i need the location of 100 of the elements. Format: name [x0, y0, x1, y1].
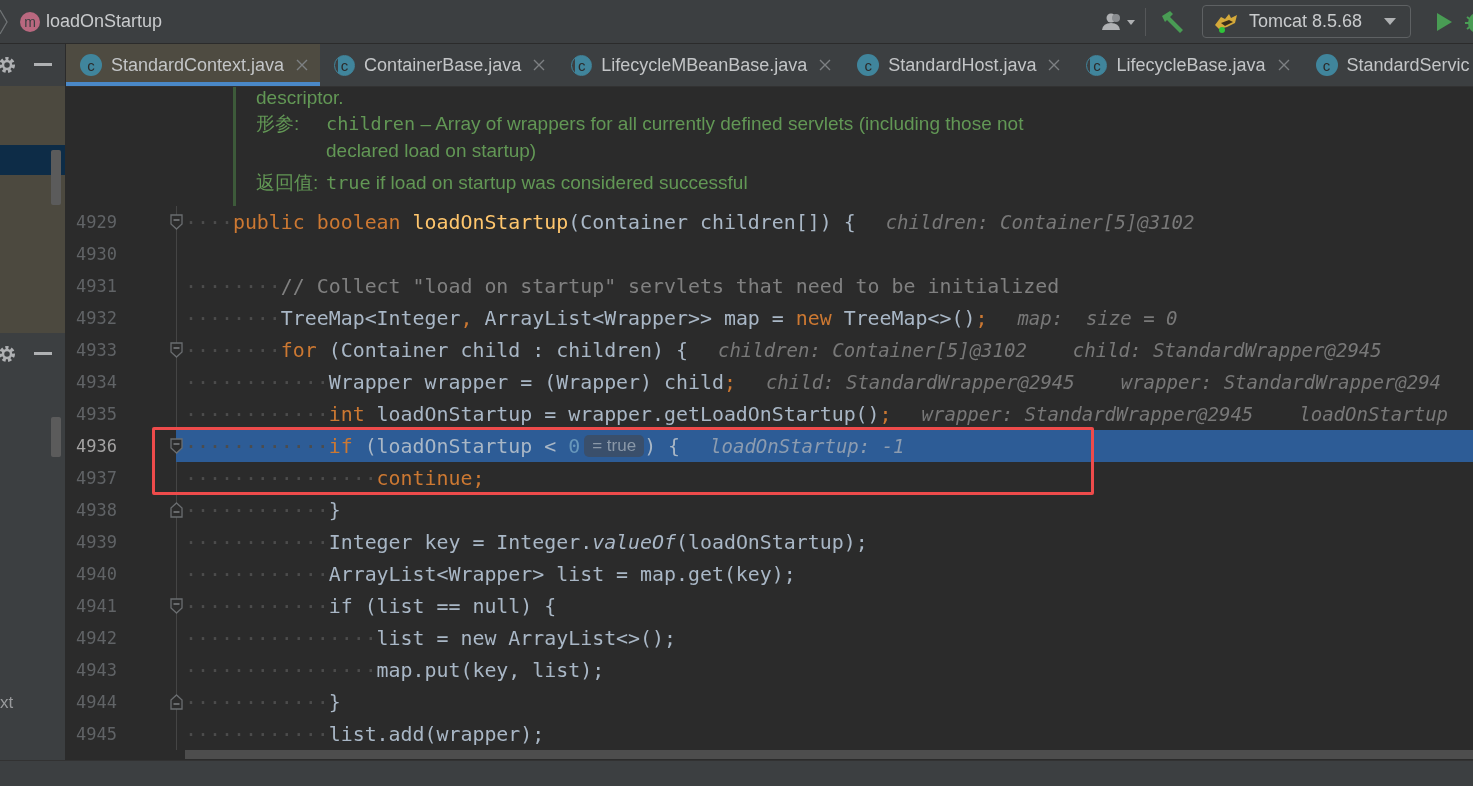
- code-keyword: if: [328, 434, 354, 458]
- debug-value-hint: child: StandardWrapper@2945: [1072, 339, 1382, 361]
- close-icon[interactable]: [819, 59, 832, 71]
- code-text: if (list == null) {: [328, 594, 557, 618]
- line-number: 4940: [75, 564, 117, 584]
- file-tab[interactable]: c ContainerBase.java: [320, 44, 558, 86]
- code-method-name: loadOnStartup: [412, 210, 569, 234]
- code-text: list.add(wrapper);: [328, 722, 545, 746]
- line-number: 4937: [75, 468, 117, 488]
- panel-text: xt: [0, 693, 14, 713]
- code-text: map.put(key, list);: [376, 658, 605, 682]
- minimize-icon[interactable]: [34, 63, 52, 67]
- scrollbar-thumb[interactable]: [51, 417, 61, 457]
- chevron-icon: [0, 8, 8, 35]
- return-value: true: [326, 172, 371, 193]
- debug-value-hint: children: Container[5]@3102: [718, 339, 1027, 361]
- settings-icon[interactable]: [0, 345, 16, 363]
- whitespace-dots: ····: [185, 210, 233, 234]
- whitespace-dots: ················: [185, 658, 377, 682]
- code-keyword: int: [328, 402, 366, 426]
- whitespace-dots: ········: [185, 274, 281, 298]
- fold-icon[interactable]: [170, 598, 183, 614]
- line-number: 4938: [75, 500, 117, 520]
- scrollbar-thumb[interactable]: [185, 750, 1473, 759]
- fold-icon[interactable]: [170, 214, 183, 230]
- code-keyword: ;: [975, 306, 988, 330]
- line-number: 4935: [75, 404, 117, 424]
- code-text: list = new ArrayList<>();: [376, 626, 676, 650]
- whitespace-dots: ············: [185, 722, 329, 746]
- file-tab[interactable]: c LifecycleMBeanBase.java: [557, 44, 844, 86]
- scrollbar-thumb[interactable]: [51, 150, 61, 205]
- code-number: 0: [568, 434, 581, 458]
- abstract-class-icon: c: [1086, 54, 1108, 76]
- whitespace-dots: ············: [185, 562, 329, 586]
- parameter-description: children – Array of wrappers for all currently defined servlets (including those not declared load on startup): [326, 112, 1025, 163]
- whitespace-dots: ········: [185, 306, 281, 330]
- method-icon: m: [20, 11, 40, 32]
- debug-value-hint: children: Container[5]@3102: [885, 211, 1195, 233]
- code-text: (Container child : children) {: [328, 338, 688, 362]
- code-text: Integer key = Integer.: [328, 530, 593, 554]
- code-keyword: ,: [460, 306, 474, 330]
- code-text: TreeMap<Integer: [280, 306, 461, 330]
- close-icon[interactable]: [533, 59, 546, 71]
- code-text: loadOnStartup = wrapper.getLoadOnStartup(): [376, 402, 880, 426]
- doc-label: 返回值:: [256, 171, 320, 195]
- file-tab[interactable]: c StandardServic: [1301, 44, 1473, 86]
- fold-icon[interactable]: [170, 438, 183, 454]
- debug-value-hint: wrapper: StandardWrapper@2945: [921, 403, 1254, 425]
- line-number: 4944: [75, 692, 117, 712]
- file-tab[interactable]: c StandardHost.java: [843, 44, 1073, 86]
- fold-icon[interactable]: [170, 342, 183, 358]
- whitespace-dots: ············: [185, 402, 329, 426]
- run-configuration-dropdown[interactable]: Tomcat 8.5.68: [1201, 5, 1411, 38]
- abstract-class-icon: c: [571, 54, 593, 76]
- line-number: 4936: [75, 436, 117, 456]
- code-keyword: ;: [879, 402, 892, 426]
- close-icon[interactable]: [1048, 59, 1061, 71]
- code-text: }: [328, 690, 341, 714]
- whitespace-dots: ········: [185, 338, 281, 362]
- breadcrumb-item[interactable]: loadOnStartup: [46, 11, 163, 32]
- code-keyword: continue;: [376, 466, 485, 490]
- debug-value-hint: loadOnStartup: [1299, 403, 1448, 425]
- code-keyword: public boolean: [232, 210, 402, 234]
- line-number: 4930: [75, 244, 117, 264]
- file-tab[interactable]: c StandardContext.java: [66, 44, 321, 86]
- doc-label: 形参:: [256, 112, 301, 136]
- line-number: 4942: [75, 628, 117, 648]
- fold-end-icon[interactable]: [170, 694, 183, 710]
- class-icon: c: [1315, 54, 1338, 76]
- code-text: (loadOnStartup);: [676, 530, 868, 554]
- code-text: }: [328, 498, 341, 522]
- file-tab[interactable]: c LifecycleBase.java: [1072, 44, 1302, 86]
- code-text: Wrapper wrapper = (Wrapper) child: [328, 370, 724, 394]
- whitespace-dots: ················: [185, 626, 377, 650]
- code-method-name: valueOf: [592, 530, 676, 554]
- settings-icon[interactable]: [0, 56, 16, 74]
- code-text: ArrayList<Wrapper>> map =: [484, 306, 785, 330]
- line-number: 4934: [75, 372, 117, 392]
- abstract-class-icon: c: [334, 54, 356, 76]
- code-keyword: for: [280, 338, 318, 362]
- debug-value-hint: child: StandardWrapper@2945: [765, 371, 1075, 393]
- code-text: (Container children[]) {: [568, 210, 856, 234]
- close-icon[interactable]: [296, 59, 309, 71]
- doc-text: if load on startup was considered successful: [375, 172, 748, 193]
- class-icon: c: [80, 54, 102, 76]
- minimize-icon[interactable]: [34, 352, 52, 356]
- line-number: 4943: [75, 660, 117, 680]
- debug-value-hint: wrapper: StandardWrapper@294: [1120, 371, 1442, 393]
- debug-value-hint: loadOnStartup: -1: [710, 435, 905, 457]
- code-text: ) {: [644, 434, 681, 458]
- whitespace-dots: ············: [185, 594, 329, 618]
- class-icon: c: [857, 54, 880, 76]
- user-icon[interactable]: [1100, 11, 1137, 32]
- close-icon[interactable]: [1277, 59, 1290, 71]
- fold-end-icon[interactable]: [170, 502, 183, 518]
- code-text: TreeMap<>(): [843, 306, 976, 330]
- doc-text: descriptor.: [256, 87, 345, 109]
- code-keyword: ;: [723, 370, 736, 394]
- run-icon[interactable]: [1435, 11, 1453, 32]
- hammer-icon[interactable]: [1159, 9, 1186, 34]
